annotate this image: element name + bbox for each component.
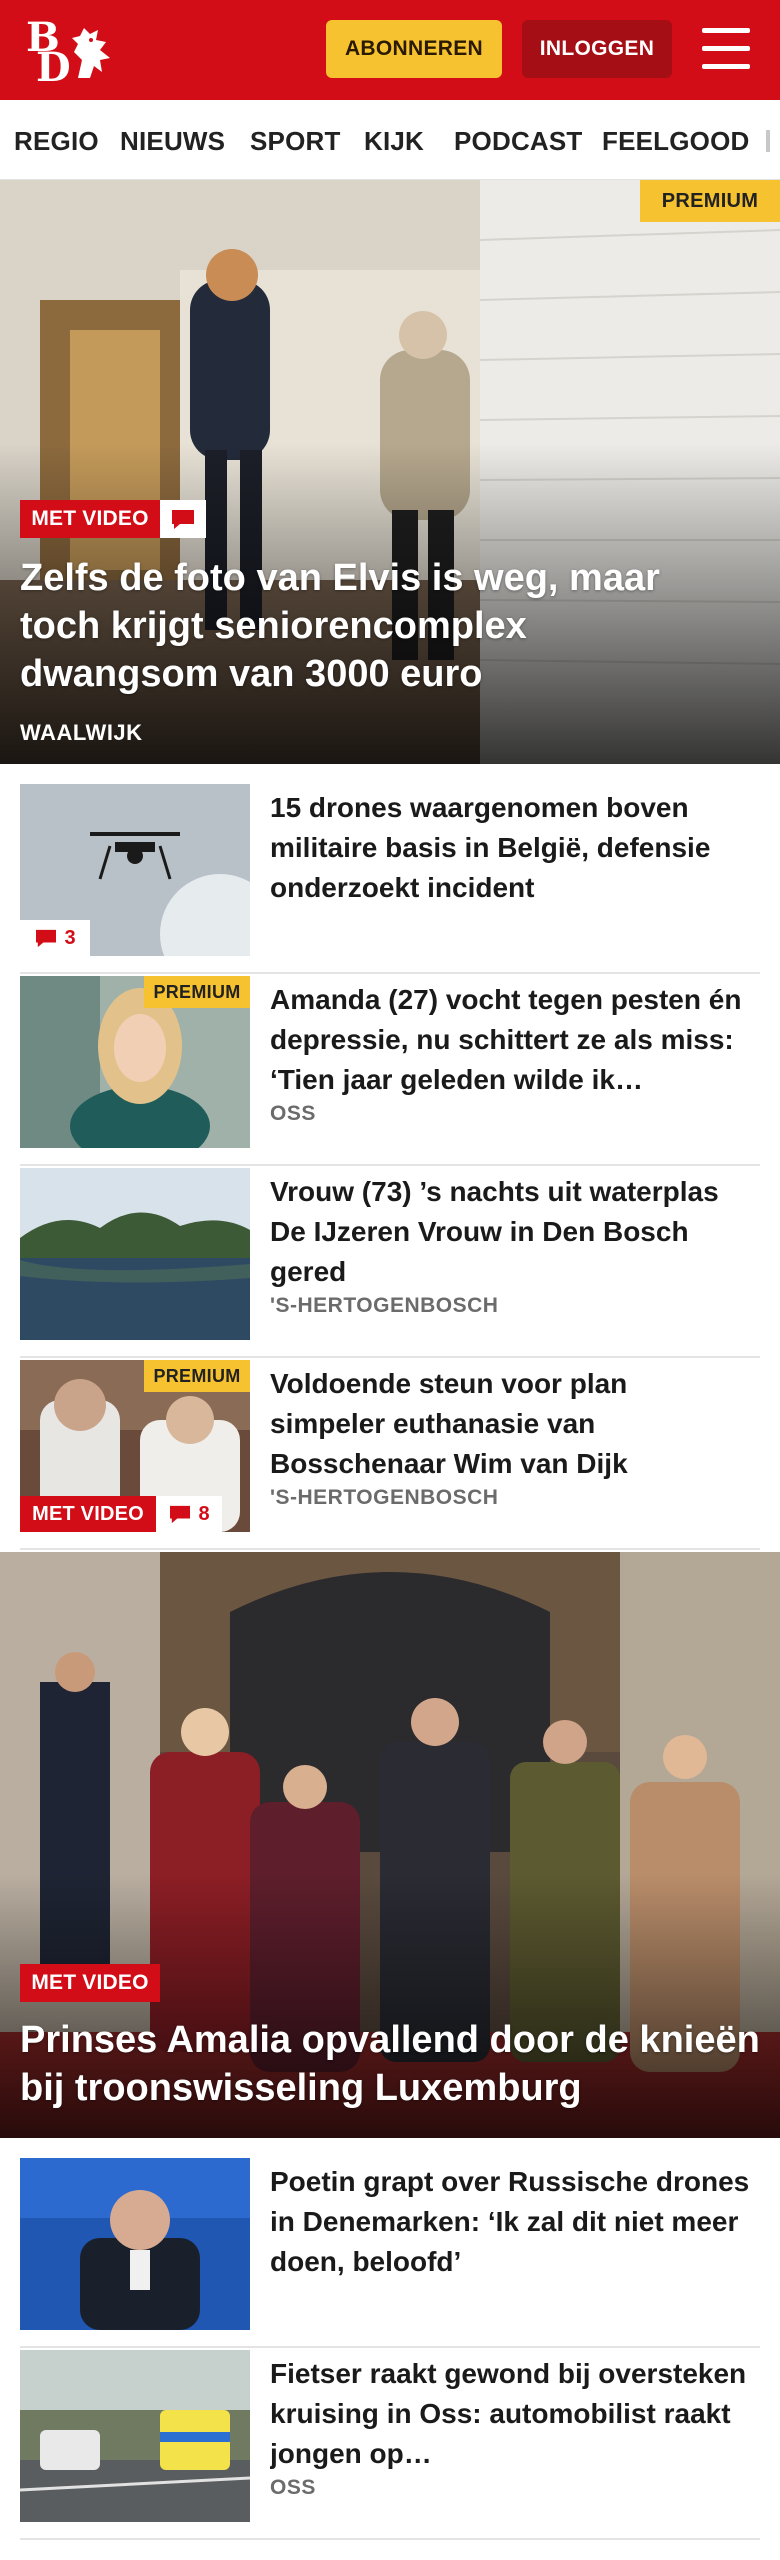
video-badge: MET VIDEO (20, 500, 160, 538)
lion-icon (72, 28, 110, 78)
comment-icon (170, 1505, 191, 1524)
nav-item-sport[interactable]: SPORT (250, 126, 341, 157)
section-nav: REGIO NIEUWS SPORT KIJK PODCAST FEELGOOD (0, 100, 780, 180)
hero-location: WAALWIJK (20, 720, 143, 745)
premium-badge: PREMIUM (640, 180, 780, 222)
video-badge: MET VIDEO (20, 1496, 156, 1532)
comment-badge: 3 (20, 920, 90, 956)
hero-article-elvis[interactable]: PREMIUM MET VIDEO Zelfs de foto van Elvi… (0, 180, 780, 764)
bd-logo[interactable]: B D (26, 18, 116, 88)
hero-article-amalia[interactable]: MET VIDEO Prinses Amalia opvallend door … (0, 1552, 780, 2138)
article-headline[interactable]: 15 drones waargenomen boven militaire ba… (270, 788, 750, 908)
premium-badge: PREMIUM (144, 1360, 250, 1392)
article-thumbnail (20, 2350, 250, 2522)
article-thumbnail: 3 (20, 784, 250, 956)
article-headline[interactable]: Poetin grapt over Russische drones in De… (270, 2162, 750, 2282)
list-item[interactable]: Poetin grapt over Russische drones in De… (20, 2158, 760, 2348)
comment-count: 8 (198, 1502, 210, 1525)
article-thumbnail (20, 1168, 250, 1340)
video-badge: MET VIDEO (20, 1964, 160, 2002)
nav-item-podcast[interactable]: PODCAST (454, 126, 583, 157)
comment-icon (36, 929, 57, 948)
premium-badge: PREMIUM (144, 976, 250, 1008)
list-item[interactable]: Vrouw (73) ’s nachts uit waterplas De IJ… (20, 1168, 760, 1358)
putin-image (20, 2158, 250, 2330)
cyclist-accident-image (20, 2350, 250, 2522)
nav-item-feelgood[interactable]: FEELGOOD (602, 126, 750, 157)
comment-count: 3 (64, 926, 76, 949)
nav-overflow-indicator (766, 130, 770, 152)
comment-badge (160, 500, 206, 538)
list-item[interactable]: PREMIUM Amanda (27) vocht tegen pesten é… (20, 976, 760, 1166)
article-headline[interactable]: Amanda (27) vocht tegen pesten én depres… (270, 980, 750, 1100)
nav-item-regio[interactable]: REGIO (14, 126, 99, 157)
comment-badge: 8 (156, 1496, 222, 1532)
top-bar: B D ABONNEREN INLOGGEN (0, 0, 780, 100)
article-headline[interactable]: Vrouw (73) ’s nachts uit waterplas De IJ… (270, 1172, 750, 1292)
article-location: 'S-HERTOGENBOSCH (270, 1294, 499, 1317)
article-thumbnail: PREMIUM MET VIDEO 8 (20, 1360, 250, 1532)
article-location: 'S-HERTOGENBOSCH (270, 1486, 499, 1509)
login-button[interactable]: INLOGGEN (522, 20, 672, 78)
nav-item-nieuws[interactable]: NIEUWS (120, 126, 225, 157)
nav-item-kijk[interactable]: KIJK (364, 126, 424, 157)
hero-headline[interactable]: Prinses Amalia opvallend door de knieën … (20, 2016, 770, 2112)
menu-icon[interactable] (700, 26, 752, 72)
subscribe-button[interactable]: ABONNEREN (326, 20, 502, 78)
article-headline[interactable]: Fietser raakt gewond bij oversteken krui… (270, 2354, 750, 2474)
article-location: OSS (270, 2476, 316, 2499)
lake-image (20, 1168, 250, 1340)
article-location: OSS (270, 1102, 316, 1125)
hero-headline[interactable]: Zelfs de foto van Elvis is weg, maar toc… (20, 554, 720, 698)
list-item[interactable]: Fietser raakt gewond bij oversteken krui… (20, 2350, 760, 2540)
comment-icon (172, 510, 194, 529)
list-item[interactable]: PREMIUM MET VIDEO 8 Voldoende steun voor… (20, 1360, 760, 1550)
article-thumbnail: PREMIUM (20, 976, 250, 1148)
article-headline[interactable]: Voldoende steun voor plan simpeler eutha… (270, 1364, 750, 1484)
list-item[interactable]: 3 15 drones waargenomen boven militaire … (20, 784, 760, 974)
article-thumbnail (20, 2158, 250, 2330)
